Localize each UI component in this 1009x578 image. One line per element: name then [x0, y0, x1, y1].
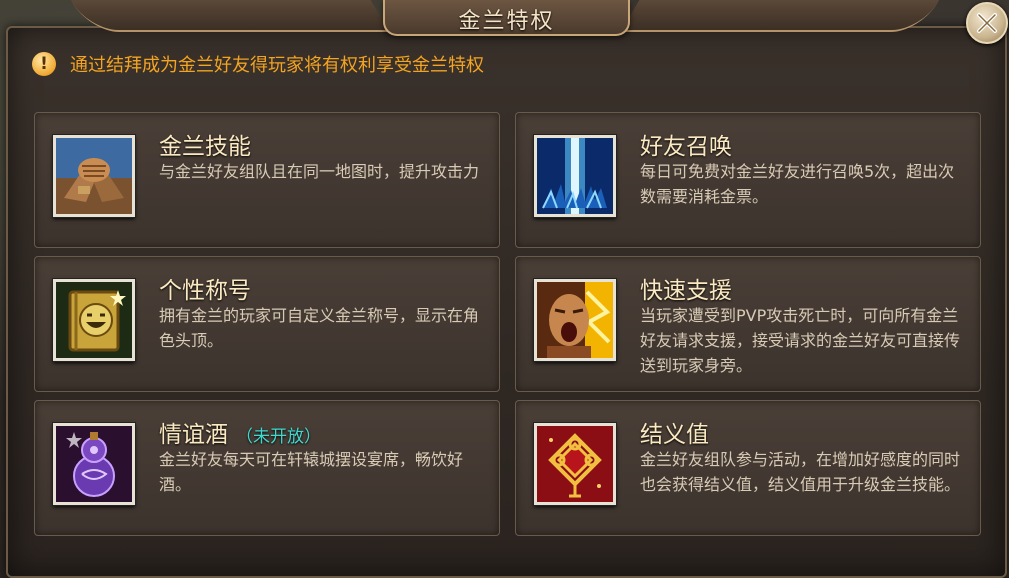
privilege-card-summon: 好友召唤 每日可免费对金兰好友进行召唤5次，超出次数需要消耗金票。 — [515, 112, 981, 248]
summon-beam-icon — [534, 135, 616, 217]
privilege-card-title: 个性称号 拥有金兰的玩家可自定义金兰称号，显示在角色头顶。 — [34, 256, 500, 392]
card-description: 拥有金兰的玩家可自定义金兰称号，显示在角色头顶。 — [159, 306, 480, 350]
privilege-panel: 金兰技能 与金兰好友组队且在同一地图时，提升攻击力 好友召唤 每日可免费对金兰好… — [6, 26, 1007, 578]
chinese-knot-icon — [534, 423, 616, 505]
handshake-icon — [53, 135, 135, 217]
card-title: 金兰技能 — [159, 134, 251, 160]
close-button[interactable] — [966, 2, 1008, 44]
privilege-grid: 金兰技能 与金兰好友组队且在同一地图时，提升攻击力 好友召唤 每日可免费对金兰好… — [30, 112, 994, 570]
title-book-icon — [53, 279, 135, 361]
card-title: 好友召唤 — [640, 134, 732, 160]
card-title: 情谊酒 （未开放） — [159, 422, 321, 448]
shouting-warrior-icon — [534, 279, 616, 361]
card-description: 金兰好友每天可在轩辕城摆设宴席，畅饮好酒。 — [159, 450, 464, 494]
notice-text: 通过结拜成为金兰好友得玩家将有权利享受金兰特权 — [70, 55, 484, 76]
close-icon — [977, 13, 997, 33]
card-title: 快速支援 — [640, 278, 732, 304]
gourd-wine-icon — [53, 423, 135, 505]
card-description: 每日可免费对金兰好友进行召唤5次，超出次数需要消耗金票。 — [640, 162, 955, 206]
title-plate: 金兰特权 — [383, 0, 630, 36]
card-title: 个性称号 — [159, 278, 251, 304]
not-open-badge: （未开放） — [236, 427, 321, 447]
card-description: 当玩家遭受到PVP攻击死亡时，可向所有金兰好友请求支援，接受请求的金兰好友可直接… — [640, 306, 961, 375]
notice-banner: ! 通过结拜成为金兰好友得玩家将有权利享受金兰特权 — [32, 50, 484, 78]
card-title: 结义值 — [640, 422, 709, 448]
title-ornament-left — [70, 0, 390, 32]
exclamation-icon: ! — [32, 52, 56, 76]
title-ornament-right — [620, 0, 940, 32]
window-title: 金兰特权 — [458, 9, 555, 34]
privilege-card-skill: 金兰技能 与金兰好友组队且在同一地图时，提升攻击力 — [34, 112, 500, 248]
privilege-card-bond: 结义值 金兰好友组队参与活动，在增加好感度的同时也会获得结义值，结义值用于升级金… — [515, 400, 981, 536]
card-description: 与金兰好友组队且在同一地图时，提升攻击力 — [159, 162, 480, 181]
card-description: 金兰好友组队参与活动，在增加好感度的同时也会获得结义值，结义值用于升级金兰技能。 — [640, 450, 961, 494]
privilege-card-wine: 情谊酒 （未开放） 金兰好友每天可在轩辕城摆设宴席，畅饮好酒。 — [34, 400, 500, 536]
privilege-card-support: 快速支援 当玩家遭受到PVP攻击死亡时，可向所有金兰好友请求支援，接受请求的金兰… — [515, 256, 981, 392]
